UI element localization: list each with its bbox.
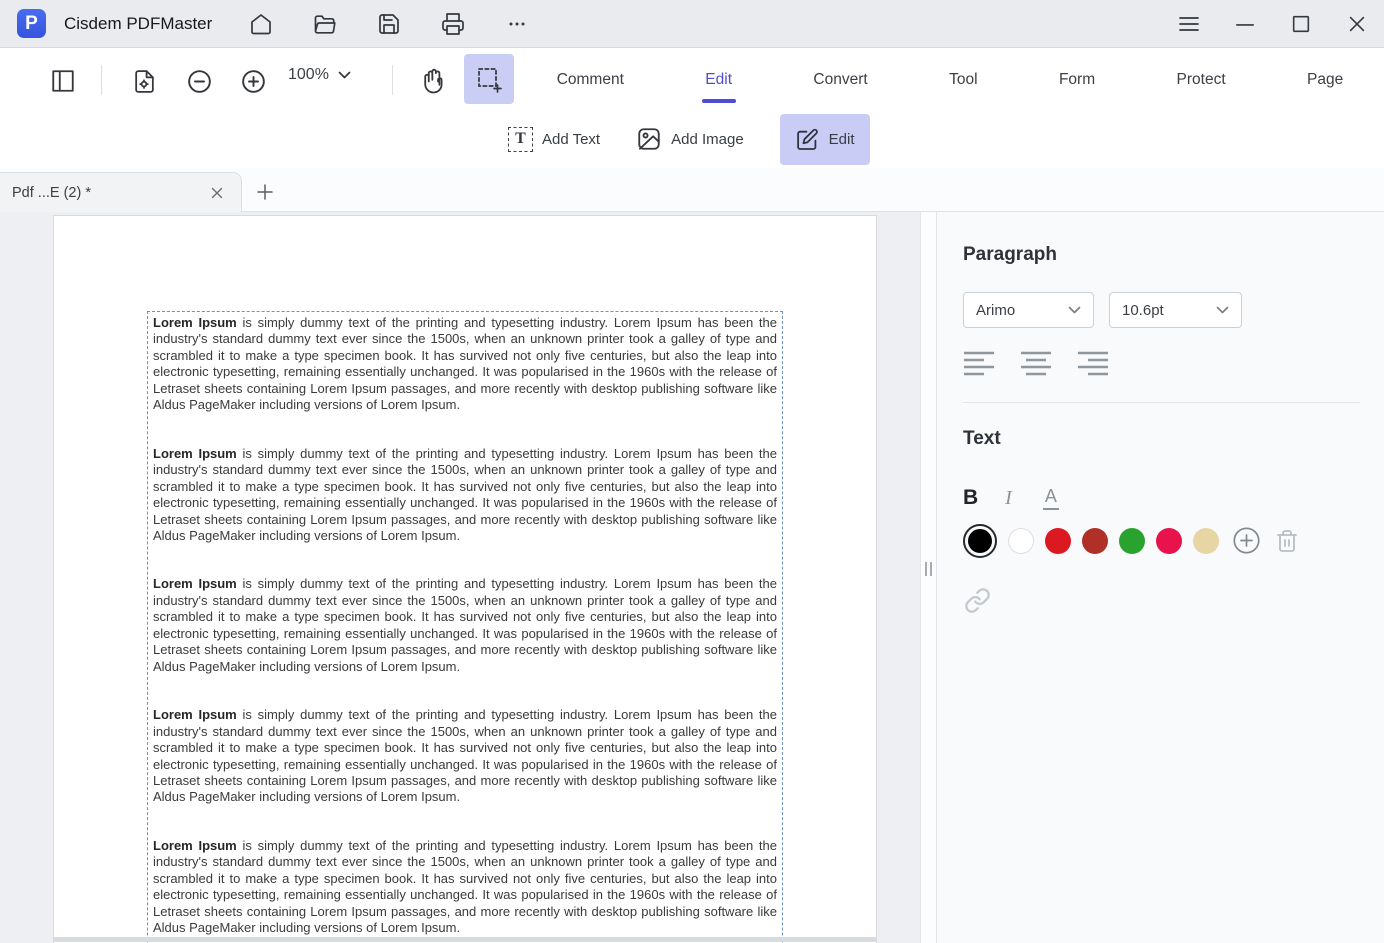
document-tab[interactable]: Pdf ...E (2) * xyxy=(0,172,242,212)
chevron-down-icon xyxy=(1068,306,1081,315)
font-family-value: Arimo xyxy=(976,302,1015,319)
tab-label: Convert xyxy=(813,71,867,89)
pdf-paragraph: Lorem Ipsum is simply dummy text of the … xyxy=(153,707,777,806)
tab-label: Comment xyxy=(557,71,624,89)
toolbar-divider xyxy=(101,65,102,95)
edit-mode-label: Edit xyxy=(829,131,855,148)
edit-pencil-icon xyxy=(795,127,820,152)
selected-color-swatch[interactable] xyxy=(963,524,997,558)
zoom-level-value: 100% xyxy=(288,66,329,84)
font-size-value: 10.6pt xyxy=(1122,302,1164,319)
tab-form[interactable]: Form xyxy=(1059,49,1095,110)
underline-button[interactable]: A xyxy=(1043,486,1059,510)
zoom-out-icon[interactable] xyxy=(184,66,214,96)
font-size-select[interactable]: 10.6pt xyxy=(1109,292,1242,328)
italic-button[interactable]: I xyxy=(1005,487,1016,510)
add-color-icon[interactable] xyxy=(1233,527,1260,554)
tab-edit[interactable]: Edit xyxy=(705,49,732,110)
pdf-page: Lorem Ipsum is simply dummy text of the … xyxy=(53,215,877,943)
zoom-level-dropdown[interactable]: 100% xyxy=(288,66,351,84)
zoom-in-icon[interactable] xyxy=(238,66,268,96)
add-image-label: Add Image xyxy=(671,131,744,148)
color-swatch[interactable] xyxy=(1082,528,1108,554)
text-heading: Text xyxy=(963,428,1360,450)
bold-button[interactable]: B xyxy=(963,486,978,510)
chevron-down-icon xyxy=(338,71,351,80)
pdf-paragraph: Lorem Ipsum is simply dummy text of the … xyxy=(153,446,777,545)
align-left-icon[interactable] xyxy=(963,349,996,379)
marquee-select-icon[interactable] xyxy=(464,54,514,104)
close-tab-icon[interactable] xyxy=(209,185,225,201)
properties-panel: Paragraph Arimo 10.6pt Text xyxy=(937,212,1384,943)
edit-subtoolbar: T Add Text Add Image Edit xyxy=(0,110,1384,168)
tab-comment[interactable]: Comment xyxy=(557,49,624,110)
tab-protect[interactable]: Protect xyxy=(1177,49,1226,110)
tab-label: Form xyxy=(1059,71,1095,89)
ribbon-tabs: Comment Edit Convert Tool Form Protect Page xyxy=(516,49,1384,110)
tab-label: Edit xyxy=(705,71,732,89)
add-text-label: Add Text xyxy=(542,131,600,148)
maximize-icon[interactable] xyxy=(1288,11,1314,37)
color-swatches xyxy=(963,527,1360,554)
new-tab-icon[interactable] xyxy=(256,183,274,201)
titlebar: P Cisdem PDFMaster xyxy=(0,0,1384,48)
hand-tool-icon[interactable] xyxy=(419,66,449,96)
page-setup-icon[interactable] xyxy=(129,66,159,96)
folder-open-icon[interactable] xyxy=(312,11,338,37)
pdf-paragraph: Lorem Ipsum is simply dummy text of the … xyxy=(153,576,777,675)
panel-splitter[interactable] xyxy=(920,212,937,943)
active-tab-underline xyxy=(702,99,736,103)
selected-text-block[interactable]: Lorem Ipsum is simply dummy text of the … xyxy=(147,311,783,943)
tab-label: Page xyxy=(1307,71,1343,89)
tab-convert[interactable]: Convert xyxy=(813,49,867,110)
minimize-icon[interactable] xyxy=(1232,11,1258,37)
paragraph-heading: Paragraph xyxy=(963,244,1360,266)
align-right-icon[interactable] xyxy=(1077,349,1110,379)
add-image-button[interactable]: Add Image xyxy=(636,126,744,152)
sidebar-toggle-icon[interactable] xyxy=(48,66,78,96)
color-swatch[interactable] xyxy=(1045,528,1071,554)
document-tab-label: Pdf ...E (2) * xyxy=(12,185,91,201)
tab-tool[interactable]: Tool xyxy=(949,49,977,110)
horizontal-scrollbar-thumb[interactable] xyxy=(53,937,877,942)
add-text-icon: T xyxy=(508,127,533,152)
color-swatch[interactable] xyxy=(1008,528,1034,554)
tab-page[interactable]: Page xyxy=(1307,49,1343,110)
color-swatch[interactable] xyxy=(1119,528,1145,554)
menu-icon[interactable] xyxy=(1176,11,1202,37)
tab-label: Protect xyxy=(1177,71,1226,89)
toolbar-divider xyxy=(392,65,393,95)
trash-icon[interactable] xyxy=(1275,529,1299,553)
pdf-paragraph: Lorem Ipsum is simply dummy text of the … xyxy=(153,838,777,937)
splitter-grip-icon xyxy=(925,562,932,576)
add-image-icon xyxy=(636,126,662,152)
app-title: Cisdem PDFMaster xyxy=(64,14,212,34)
align-center-icon[interactable] xyxy=(1020,349,1053,379)
more-icon[interactable] xyxy=(504,11,530,37)
pdf-paragraph: Lorem Ipsum is simply dummy text of the … xyxy=(153,315,777,414)
horizontal-scrollbar xyxy=(0,935,920,943)
document-tabbar: Pdf ...E (2) * xyxy=(0,168,1384,212)
link-icon[interactable] xyxy=(963,587,991,614)
tab-label: Tool xyxy=(949,71,977,89)
add-text-button[interactable]: T Add Text xyxy=(508,127,600,152)
print-icon[interactable] xyxy=(440,11,466,37)
color-swatch[interactable] xyxy=(968,529,992,553)
chevron-down-icon xyxy=(1216,306,1229,315)
color-swatch[interactable] xyxy=(1193,528,1219,554)
edit-mode-button[interactable]: Edit xyxy=(780,114,870,165)
app-window: P Cisdem PDFMaster xyxy=(0,0,1384,943)
panel-divider xyxy=(963,402,1360,403)
home-icon[interactable] xyxy=(248,11,274,37)
close-icon[interactable] xyxy=(1344,11,1370,37)
app-logo-icon: P xyxy=(17,9,46,38)
font-family-select[interactable]: Arimo xyxy=(963,292,1094,328)
save-icon[interactable] xyxy=(376,11,402,37)
color-swatch[interactable] xyxy=(1156,528,1182,554)
document-viewport: Lorem Ipsum is simply dummy text of the … xyxy=(0,212,920,943)
toolbar: 100% Comment Edit Convert Tool Form Protect Pa… xyxy=(0,49,1384,110)
